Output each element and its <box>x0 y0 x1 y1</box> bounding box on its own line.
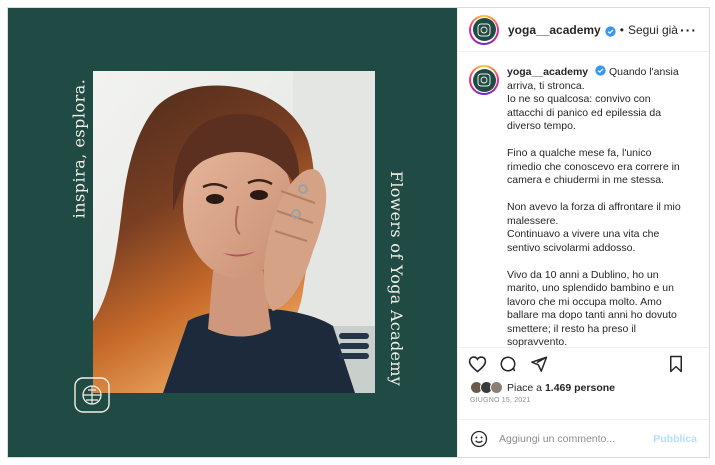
caption-line: marito, uno splendido bambino e un <box>507 282 674 294</box>
caption-line: camera e chiudermi in me stessa. <box>507 174 664 186</box>
caption-line: diverso tempo. <box>507 120 576 132</box>
post-modal: inspira, esplora. Flowers of Yoga Academ… <box>7 7 710 458</box>
caption-username[interactable]: yoga__academy <box>507 66 588 78</box>
likes-count[interactable]: Piace a 1.469 persone <box>507 382 615 394</box>
caption-line: Non avevo la forza di affrontare il mio <box>507 201 681 213</box>
caption-line: malessere. <box>507 214 559 227</box>
caption-line: ballare ma dopo tanti anni ho dovuto <box>507 309 677 321</box>
publish-button[interactable]: Pubblica <box>653 433 697 445</box>
caption-line: sopravvento. <box>507 336 568 347</box>
caption-line: rimedio che conoscevo era correre in <box>507 160 680 173</box>
likes-row: Piace a 1.469 persone <box>458 379 709 396</box>
caption-line: Continuavo a vivere una vita che <box>507 228 660 240</box>
caption-line: Vivo da 10 anni a Dublino, ho un <box>507 268 659 281</box>
academy-logo-icon <box>74 377 110 413</box>
caption-line: attacchi di panico ed epilessia da <box>507 106 662 119</box>
verified-badge-icon <box>595 65 606 76</box>
caption-first-line: Quando l'ansia <box>608 66 679 78</box>
caption-paragraph-gap <box>507 134 681 148</box>
image-slogan-text: inspira, esplora. <box>69 78 89 218</box>
caption-paragraph-gap <box>507 188 681 202</box>
caption-body: arriva, ti stronca. Io ne so qualcosa: co… <box>507 80 681 348</box>
caption-avatar[interactable] <box>469 65 499 95</box>
send-icon[interactable] <box>529 354 549 374</box>
follow-status-button[interactable]: Segui già <box>628 23 678 37</box>
portrait-photo <box>93 71 375 393</box>
comment-icon[interactable] <box>498 354 518 374</box>
liker-avatar[interactable] <box>490 381 503 394</box>
more-horizontal-icon[interactable]: ··· <box>680 22 697 38</box>
caption-line: Io ne so qualcosa: convivo con <box>507 93 651 105</box>
action-bar <box>458 347 709 379</box>
caption-line: arriva, ti stronca. <box>507 79 585 92</box>
add-comment-bar: Pubblica <box>458 419 709 457</box>
post-details-panel: yoga__academy • Segui già ··· yoga__acad… <box>457 8 709 457</box>
caption-line: sentivo scivolarmi addosso. <box>507 241 636 254</box>
caption-paragraph-gap <box>507 255 681 269</box>
verified-badge-icon <box>605 24 616 37</box>
separator-dot: • <box>619 22 624 37</box>
post-header: yoga__academy • Segui già ··· <box>458 8 709 52</box>
avatar[interactable] <box>469 14 499 45</box>
bookmark-icon[interactable] <box>666 354 686 374</box>
caption-line: smettere; il resto ha preso il <box>507 322 636 335</box>
image-brand-text: Flowers of Yoga Academy <box>387 170 407 386</box>
emoji-icon[interactable] <box>470 430 488 448</box>
header-username[interactable]: yoga__academy <box>508 23 601 37</box>
post-image[interactable]: inspira, esplora. Flowers of Yoga Academ… <box>8 8 457 457</box>
caption-text: yoga__academy Quando l'ansia arriva, ti … <box>507 65 681 347</box>
caption-line: Fino a qualche mese fa, l'unico <box>507 147 652 159</box>
post-date[interactable]: GIUGNO 15, 2021 <box>458 396 709 410</box>
caption-section: yoga__academy Quando l'ansia arriva, ti … <box>458 52 709 347</box>
caption-line: lavoro che mi occupa molto. Amo <box>507 295 662 308</box>
heart-icon[interactable] <box>467 354 487 374</box>
comment-input[interactable] <box>499 432 654 445</box>
